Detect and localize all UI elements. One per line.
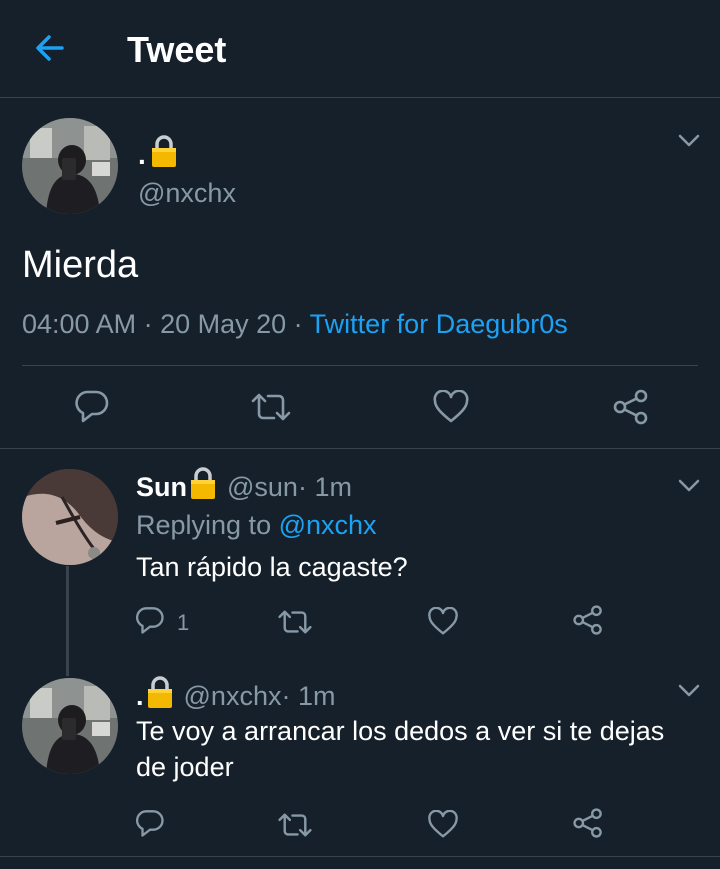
avatar[interactable] [22, 678, 118, 774]
like-icon[interactable] [432, 389, 470, 429]
author-name-line: . @nxchx · 1m [136, 675, 335, 717]
replying-to-label: Replying to [136, 510, 279, 540]
avatar[interactable] [22, 469, 118, 565]
main-tweet: . @nxchx Mierda 04:00 AM · 20 May 20 · T… [0, 98, 720, 449]
chevron-down-icon[interactable] [678, 684, 700, 703]
lock-icon [146, 675, 174, 717]
tweet-source-link[interactable]: Twitter for Daegubr0s [310, 309, 568, 339]
retweet-icon[interactable] [277, 810, 313, 845]
retweet-icon[interactable] [250, 390, 292, 429]
tweet-meta: 04:00 AM · 20 May 20 · Twitter for Daegu… [22, 307, 568, 341]
reply-text-line: de joder [136, 752, 234, 782]
reply-text: Tan rápido la cagaste? [136, 552, 408, 582]
reply-text: Te voy a arrancar los dedos a ver si te … [136, 713, 664, 785]
thread-connector [66, 566, 69, 676]
reply-count: 1 [177, 610, 190, 635]
tweet-actions [0, 388, 720, 428]
meta-separator: · [286, 309, 310, 339]
reply-icon[interactable] [135, 605, 165, 640]
author-name-line: Sun @sun · 1m [136, 466, 352, 508]
top-bar: Tweet [0, 0, 720, 98]
reply-time: · 1m [281, 681, 336, 711]
share-icon[interactable] [572, 604, 604, 641]
tweet-text: Mierda [22, 244, 139, 286]
display-name: Sun [136, 472, 187, 502]
share-icon[interactable] [612, 388, 650, 431]
share-icon[interactable] [572, 807, 604, 844]
replying-to-line: Replying to @nxchx [136, 508, 377, 542]
reply-icon[interactable] [74, 388, 110, 429]
reply-time: · 1m [297, 472, 352, 502]
author-handle: @sun [227, 472, 298, 502]
avatar[interactable] [22, 118, 118, 214]
tweet-time: 04:00 AM [22, 309, 137, 339]
author-handle: @nxchx [138, 178, 236, 208]
author-name-line: . [138, 134, 178, 175]
back-arrow-icon[interactable] [30, 28, 70, 68]
reply-text-line: Te voy a arrancar los dedos a ver si te … [136, 716, 665, 746]
lock-icon [150, 134, 178, 175]
like-icon[interactable] [427, 809, 459, 844]
divider [0, 856, 720, 857]
chevron-down-icon[interactable] [678, 134, 700, 153]
chevron-down-icon[interactable] [678, 479, 700, 498]
lock-icon [189, 466, 217, 508]
tweet-date: 20 May 20 [160, 309, 287, 339]
page-title: Tweet [127, 29, 227, 70]
retweet-icon[interactable] [277, 607, 313, 642]
reply-icon[interactable] [135, 808, 165, 843]
reply-tweet: Sun @sun · 1m Replying to @nxchx Tan ráp… [0, 449, 720, 664]
display-name: . [136, 681, 144, 711]
author-handle: @nxchx [183, 681, 282, 711]
divider [22, 365, 698, 366]
like-icon[interactable] [427, 606, 459, 641]
display-name: . [138, 138, 146, 170]
reply-tweet: . @nxchx · 1m Te voy a arrancar los dedo… [0, 664, 720, 856]
replying-to-handle[interactable]: @nxchx [279, 510, 377, 540]
meta-separator: · [136, 309, 161, 339]
